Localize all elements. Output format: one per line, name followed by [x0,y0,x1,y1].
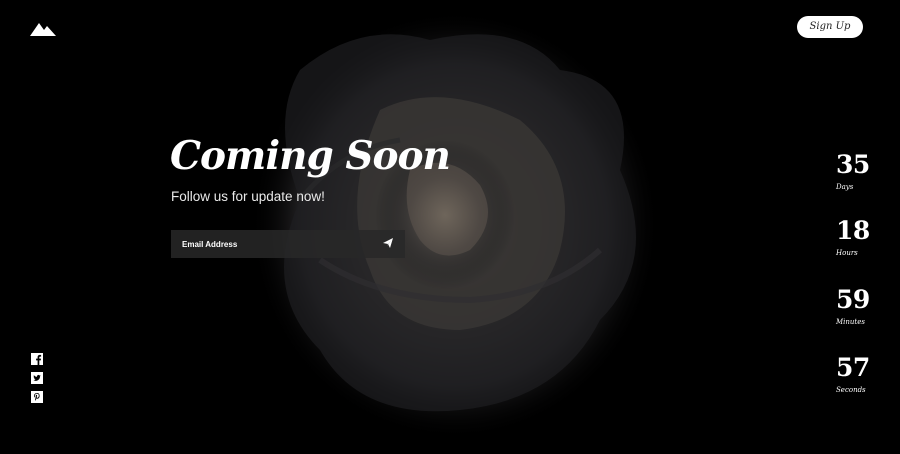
countdown-seconds: 57 Seconds [836,353,870,395]
countdown-days: 35 Days [836,150,870,192]
sign-up-button[interactable]: Sign Up [797,16,863,38]
paper-plane-icon [383,235,393,253]
countdown-value: 18 [836,216,870,245]
page-subtitle: Follow us for update now! [171,189,325,204]
countdown-minutes: 59 Minutes [836,285,870,327]
countdown-value: 59 [836,285,870,314]
countdown-label: Minutes [836,318,865,326]
mountain-icon[interactable] [30,20,56,36]
pinterest-icon[interactable] [31,391,43,403]
facebook-icon[interactable] [31,353,43,365]
countdown-label: Days [836,183,854,191]
subscribe-form [171,230,405,258]
email-field[interactable] [171,230,371,258]
countdown-value: 35 [836,150,870,179]
rose-background-image [0,0,900,454]
social-links [31,353,43,410]
countdown-label: Seconds [836,386,866,394]
countdown-label: Hours [836,249,858,257]
countdown-value: 57 [836,353,870,382]
page-title: Coming Soon [170,133,451,179]
send-button[interactable] [371,230,405,258]
countdown-hours: 18 Hours [836,216,870,258]
twitter-icon[interactable] [31,372,43,384]
